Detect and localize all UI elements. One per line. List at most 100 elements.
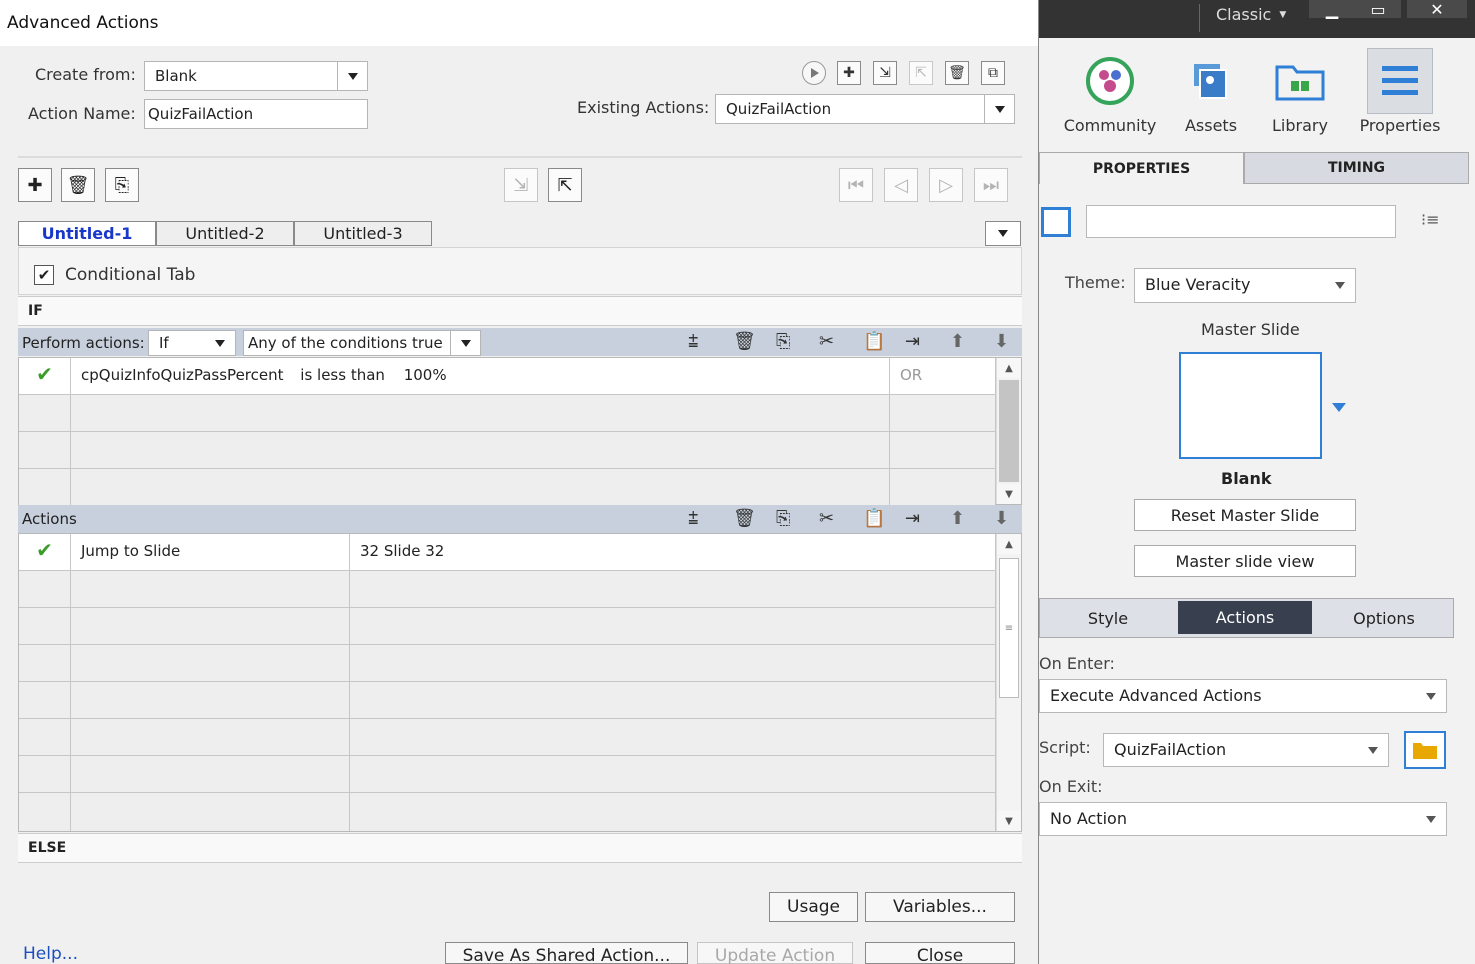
assets-tool[interactable]: Assets bbox=[1166, 48, 1256, 144]
reset-master-slide-button[interactable]: Reset Master Slide bbox=[1134, 499, 1356, 531]
condition-value[interactable]: 100% bbox=[404, 366, 447, 384]
import-decision-icon[interactable]: ⇲ bbox=[504, 168, 538, 202]
scrollbar-thumb[interactable]: ≡ bbox=[999, 558, 1019, 698]
close-window-icon[interactable]: ✕ bbox=[1407, 0, 1467, 19]
tab-style[interactable]: Style bbox=[1039, 600, 1177, 636]
add-action-icon[interactable]: ✚ bbox=[837, 61, 861, 85]
move-up-icon[interactable]: ⬆ bbox=[950, 331, 965, 352]
copy-icon[interactable]: ⎘ bbox=[776, 331, 790, 352]
table-row[interactable]: ✔ cpQuizInfoQuizPassPercent is less than… bbox=[19, 358, 996, 395]
script-dropdown[interactable]: QuizFailAction bbox=[1103, 733, 1389, 767]
conditional-tab-checkbox[interactable]: ✔ bbox=[34, 265, 54, 285]
scroll-up-icon[interactable]: ▲ bbox=[997, 534, 1021, 554]
help-link[interactable]: Help... bbox=[23, 944, 78, 964]
import-action-icon[interactable]: ⇲ bbox=[873, 61, 897, 85]
tab-untitled-2[interactable]: Untitled-2 bbox=[156, 221, 294, 246]
copy-icon[interactable]: ⎘ bbox=[776, 508, 790, 529]
else-section-header[interactable]: ELSE bbox=[18, 833, 1022, 863]
tab-timing[interactable]: TIMING bbox=[1244, 152, 1469, 184]
slide-name-field[interactable] bbox=[1086, 205, 1396, 238]
save-as-shared-action-button[interactable]: Save As Shared Action... bbox=[445, 942, 688, 964]
table-row[interactable] bbox=[19, 793, 996, 831]
theme-dropdown[interactable]: Blue Veracity bbox=[1134, 268, 1356, 303]
table-row[interactable] bbox=[19, 719, 996, 756]
table-row[interactable] bbox=[19, 645, 996, 682]
tabs-overflow-dropdown[interactable] bbox=[985, 221, 1021, 246]
variables-button[interactable]: Variables... bbox=[865, 892, 1015, 922]
paste-icon[interactable]: 📋 bbox=[863, 331, 885, 352]
table-row[interactable] bbox=[19, 395, 996, 432]
tab-options[interactable]: Options bbox=[1314, 600, 1454, 636]
first-decision-icon[interactable]: ⏮ bbox=[839, 168, 873, 202]
scroll-down-icon[interactable]: ▼ bbox=[997, 484, 1021, 504]
scroll-down-icon[interactable]: ▼ bbox=[997, 811, 1021, 831]
move-down-icon[interactable]: ⬇ bbox=[994, 331, 1009, 352]
table-row[interactable] bbox=[19, 571, 996, 608]
export-decision-icon[interactable]: ⇱ bbox=[548, 168, 582, 202]
master-slide-dropdown-icon[interactable] bbox=[1332, 403, 1346, 412]
update-action-button[interactable]: Update Action bbox=[697, 942, 853, 964]
condition-variable[interactable]: cpQuizInfoQuizPassPercent bbox=[81, 366, 284, 384]
paste-icon[interactable]: 📋 bbox=[863, 508, 885, 529]
perform-actions-dropdown[interactable]: If bbox=[148, 330, 236, 356]
community-tool[interactable]: Community bbox=[1064, 48, 1156, 144]
master-slide-thumbnail[interactable] bbox=[1179, 352, 1322, 459]
table-row[interactable] bbox=[19, 469, 996, 506]
table-row[interactable]: ✔ Jump to Slide 32 Slide 32 bbox=[19, 534, 996, 571]
create-from-dropdown[interactable]: Blank bbox=[144, 61, 368, 91]
export-action-icon[interactable]: ⇱ bbox=[909, 61, 933, 85]
library-tool[interactable]: Library bbox=[1255, 48, 1345, 144]
delete-decision-icon[interactable]: 🗑 bbox=[61, 168, 95, 202]
action-name-field[interactable]: QuizFailAction bbox=[144, 99, 368, 129]
tab-actions[interactable]: Actions bbox=[1178, 601, 1312, 634]
trash-icon[interactable]: 🗑 bbox=[733, 508, 756, 529]
master-slide-view-button[interactable]: Master slide view bbox=[1134, 545, 1356, 577]
duplicate-decision-icon[interactable]: ⎘ bbox=[105, 168, 139, 202]
insert-row-icon[interactable]: ⩲ bbox=[688, 508, 699, 529]
conditions-scrollbar[interactable]: ▲ ▼ bbox=[996, 358, 1021, 504]
previous-decision-icon[interactable]: ◁ bbox=[884, 168, 918, 202]
existing-actions-dropdown[interactable]: QuizFailAction bbox=[715, 94, 1015, 124]
tab-untitled-3[interactable]: Untitled-3 bbox=[294, 221, 432, 246]
table-row[interactable] bbox=[19, 608, 996, 645]
next-decision-icon[interactable]: ▷ bbox=[929, 168, 963, 202]
condition-connector[interactable]: OR bbox=[890, 358, 996, 394]
conditions-mode-dropdown[interactable]: Any of the conditions true bbox=[243, 330, 481, 356]
table-row[interactable] bbox=[19, 682, 996, 719]
tab-properties[interactable]: PROPERTIES bbox=[1039, 152, 1244, 184]
slide-color-swatch[interactable] bbox=[1041, 207, 1071, 237]
table-row[interactable] bbox=[19, 432, 996, 469]
indent-icon[interactable]: ⇥ bbox=[905, 331, 920, 352]
panel-menu-icon[interactable]: ⁝≡ bbox=[1421, 210, 1440, 229]
duplicate-action-icon[interactable]: ⧉ bbox=[981, 61, 1005, 85]
last-decision-icon[interactable]: ⏭ bbox=[974, 168, 1008, 202]
action-command[interactable]: Jump to Slide bbox=[71, 534, 350, 570]
open-script-button[interactable] bbox=[1404, 731, 1446, 769]
preview-play-icon[interactable] bbox=[802, 61, 826, 85]
on-exit-dropdown[interactable]: No Action bbox=[1039, 802, 1447, 836]
move-up-icon[interactable]: ⬆ bbox=[950, 508, 965, 529]
close-button[interactable]: Close bbox=[865, 942, 1015, 964]
table-row[interactable] bbox=[19, 756, 996, 793]
scrollbar-thumb[interactable] bbox=[999, 380, 1019, 482]
workspace-switcher[interactable]: Classic ▼ bbox=[1216, 5, 1286, 24]
move-down-icon[interactable]: ⬇ bbox=[994, 508, 1009, 529]
usage-button[interactable]: Usage bbox=[769, 892, 858, 922]
create-from-label: Create from: bbox=[35, 65, 136, 84]
actions-scrollbar[interactable]: ▲ ≡ ▼ bbox=[996, 534, 1021, 831]
add-decision-icon[interactable]: ✚ bbox=[18, 168, 52, 202]
delete-action-icon[interactable]: 🗑 bbox=[945, 61, 969, 85]
cut-icon[interactable]: ✂ bbox=[819, 331, 834, 352]
indent-icon[interactable]: ⇥ bbox=[905, 508, 920, 529]
insert-row-icon[interactable]: ⩲ bbox=[688, 331, 699, 352]
tab-untitled-1[interactable]: Untitled-1 bbox=[18, 221, 156, 246]
maximize-icon[interactable]: ▭ bbox=[1355, 0, 1401, 19]
minimize-icon[interactable]: ▁ bbox=[1309, 0, 1355, 19]
condition-operator[interactable]: is less than bbox=[300, 366, 385, 384]
properties-tool[interactable]: Properties bbox=[1355, 48, 1445, 144]
on-enter-dropdown[interactable]: Execute Advanced Actions bbox=[1039, 679, 1447, 713]
scroll-up-icon[interactable]: ▲ bbox=[997, 358, 1021, 378]
trash-icon[interactable]: 🗑 bbox=[733, 331, 756, 352]
cut-icon[interactable]: ✂ bbox=[819, 508, 834, 529]
action-target[interactable]: 32 Slide 32 bbox=[350, 534, 996, 570]
